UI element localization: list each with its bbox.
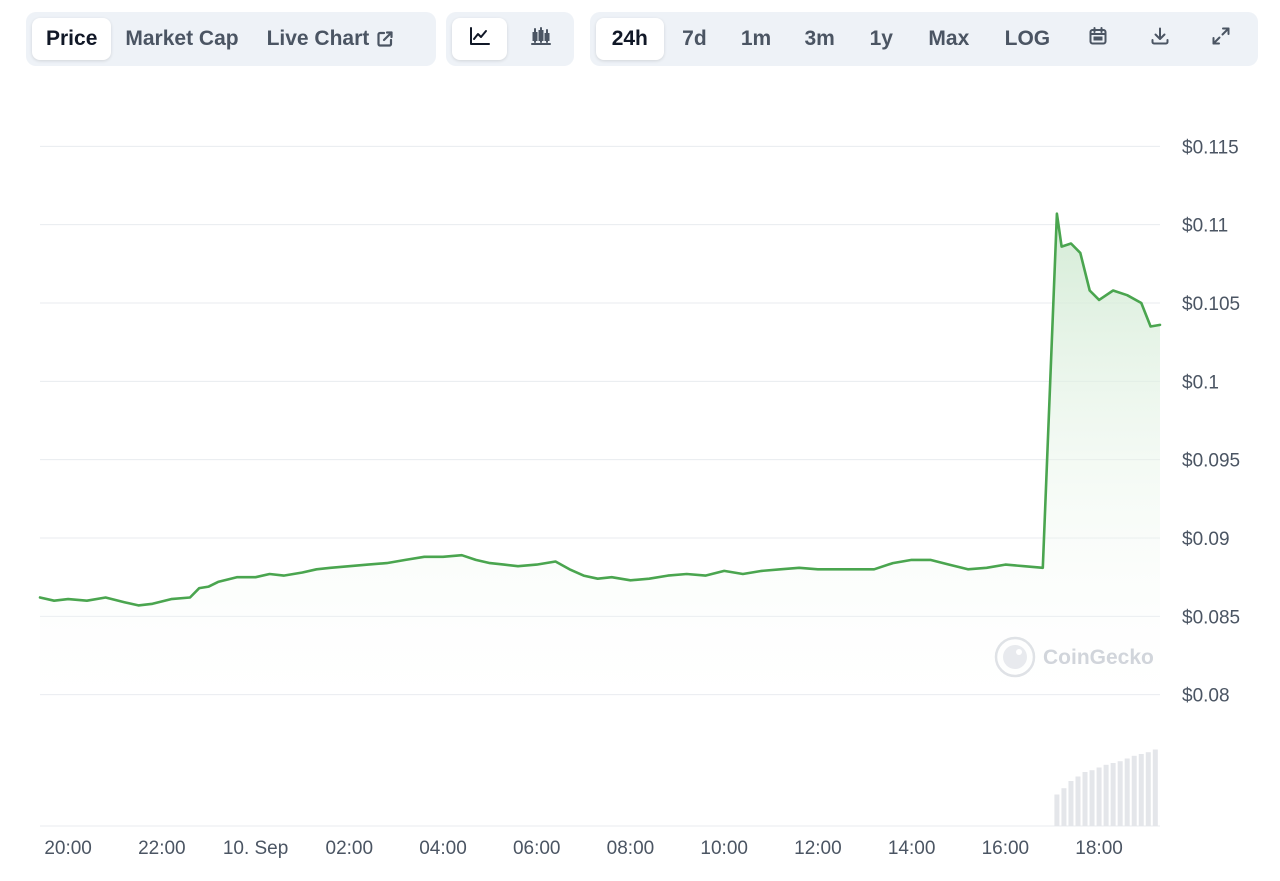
y-tick-label: $0.09 bbox=[1182, 529, 1230, 550]
volume-bar bbox=[1124, 758, 1130, 826]
x-tick-label: 02:00 bbox=[326, 838, 374, 859]
volume-bar bbox=[1054, 794, 1060, 826]
y-tick-label: $0.095 bbox=[1182, 451, 1240, 472]
volume-bar bbox=[1145, 752, 1151, 826]
x-tick-label: 10:00 bbox=[700, 838, 748, 859]
volume-bar bbox=[1117, 761, 1123, 826]
y-axis-labels: $0.08 $0.085 $0.09 $0.095 $0.1 $0.105 $0.11 $0.… bbox=[1182, 137, 1240, 706]
volume-bar bbox=[1096, 767, 1102, 826]
x-tick-label: 16:00 bbox=[982, 838, 1030, 859]
volume-bar bbox=[1068, 781, 1074, 826]
volume-bar bbox=[1103, 764, 1109, 826]
x-tick-label: 10. Sep bbox=[223, 838, 289, 859]
y-tick-label: $0.11 bbox=[1182, 216, 1228, 237]
volume-bar bbox=[1089, 770, 1095, 826]
volume-bar bbox=[1131, 755, 1137, 826]
x-tick-label: 18:00 bbox=[1075, 838, 1123, 859]
x-axis-labels: 20:00 22:00 10. Sep 02:00 04:00 06:00 08:00 10:… bbox=[44, 838, 1123, 859]
x-tick-label: 06:00 bbox=[513, 838, 561, 859]
volume-bars bbox=[1054, 749, 1158, 826]
price-chart[interactable]: CoinGecko $0.08 $0.085 $0.09 $0.095 $0.1 $0.1… bbox=[0, 0, 1280, 881]
x-tick-label: 20:00 bbox=[44, 838, 92, 859]
x-tick-label: 04:00 bbox=[419, 838, 467, 859]
y-tick-label: $0.1 bbox=[1182, 372, 1219, 393]
y-tick-label: $0.105 bbox=[1182, 294, 1240, 315]
y-tick-label: $0.115 bbox=[1182, 137, 1239, 158]
volume-bar bbox=[1061, 788, 1067, 826]
volume-bar bbox=[1110, 763, 1116, 826]
price-line bbox=[38, 212, 1162, 607]
volume-bar bbox=[1138, 754, 1144, 826]
x-tick-label: 22:00 bbox=[138, 838, 186, 859]
y-tick-label: $0.08 bbox=[1182, 686, 1230, 707]
volume-bar bbox=[1082, 772, 1088, 826]
y-tick-label: $0.085 bbox=[1182, 607, 1240, 628]
volume-bar bbox=[1075, 776, 1081, 826]
volume-bar bbox=[1152, 749, 1158, 826]
watermark-text: CoinGecko bbox=[1043, 646, 1154, 669]
x-tick-label: 14:00 bbox=[888, 838, 936, 859]
x-tick-label: 12:00 bbox=[794, 838, 842, 859]
x-tick-label: 08:00 bbox=[607, 838, 655, 859]
price-area-fill bbox=[40, 213, 1160, 726]
